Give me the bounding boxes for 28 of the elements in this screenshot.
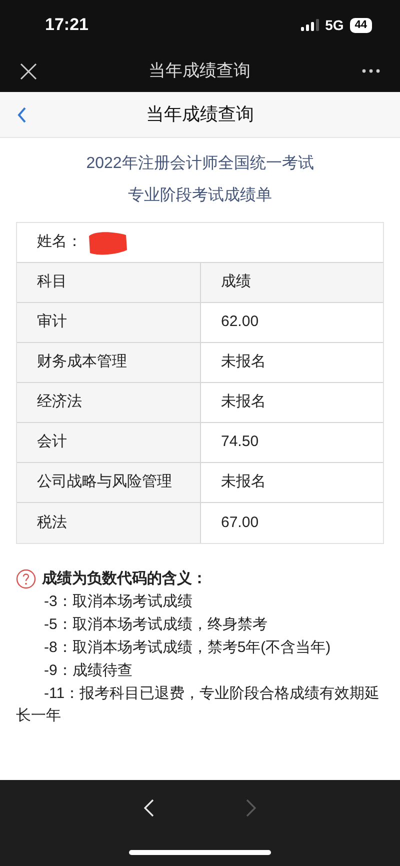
note-item: -5：取消本场考试成绩，终身禁考 <box>43 615 268 635</box>
window-title: 当年成绩查询 <box>148 60 250 82</box>
column-header: 成绩 <box>201 263 383 302</box>
table-cell: 审计 <box>17 303 201 342</box>
column-header: 科目 <box>17 263 201 302</box>
table-cell: 经济法 <box>17 383 201 422</box>
report-subtitle: 专业阶段考试成绩单 <box>128 186 272 206</box>
close-icon[interactable] <box>20 62 37 80</box>
table-cell: 税法 <box>17 503 201 543</box>
redaction-mark <box>86 230 128 256</box>
signal-icon <box>301 19 320 31</box>
note-item: -9：成绩待查 <box>43 661 134 681</box>
table-cell: 会计 <box>17 423 201 462</box>
status-time: 17:21 <box>45 14 88 36</box>
back-icon[interactable] <box>17 106 27 122</box>
name-label: 姓名： <box>37 232 82 252</box>
report-title: 2022年注册会计师全国统一考试 <box>86 154 314 174</box>
network-label: 5G <box>325 16 344 34</box>
notes-title: 成绩为负数代码的含义： <box>42 569 207 589</box>
help-icon <box>16 569 36 589</box>
note-item: -3：取消本场考试成绩 <box>43 592 194 612</box>
note-item: -11：报考科目已退费，专业阶段合格成绩有效期延长一年 <box>16 684 381 726</box>
table-cell: 财务成本管理 <box>17 343 201 382</box>
note-item: -8：取消本场考试成绩，禁考5年(不含当年) <box>43 638 332 658</box>
page-title: 当年成绩查询 <box>145 103 255 126</box>
more-icon[interactable] <box>362 69 380 73</box>
table-cell: 公司战略与风险管理 <box>17 463 201 502</box>
battery-indicator: 44 <box>350 18 372 32</box>
